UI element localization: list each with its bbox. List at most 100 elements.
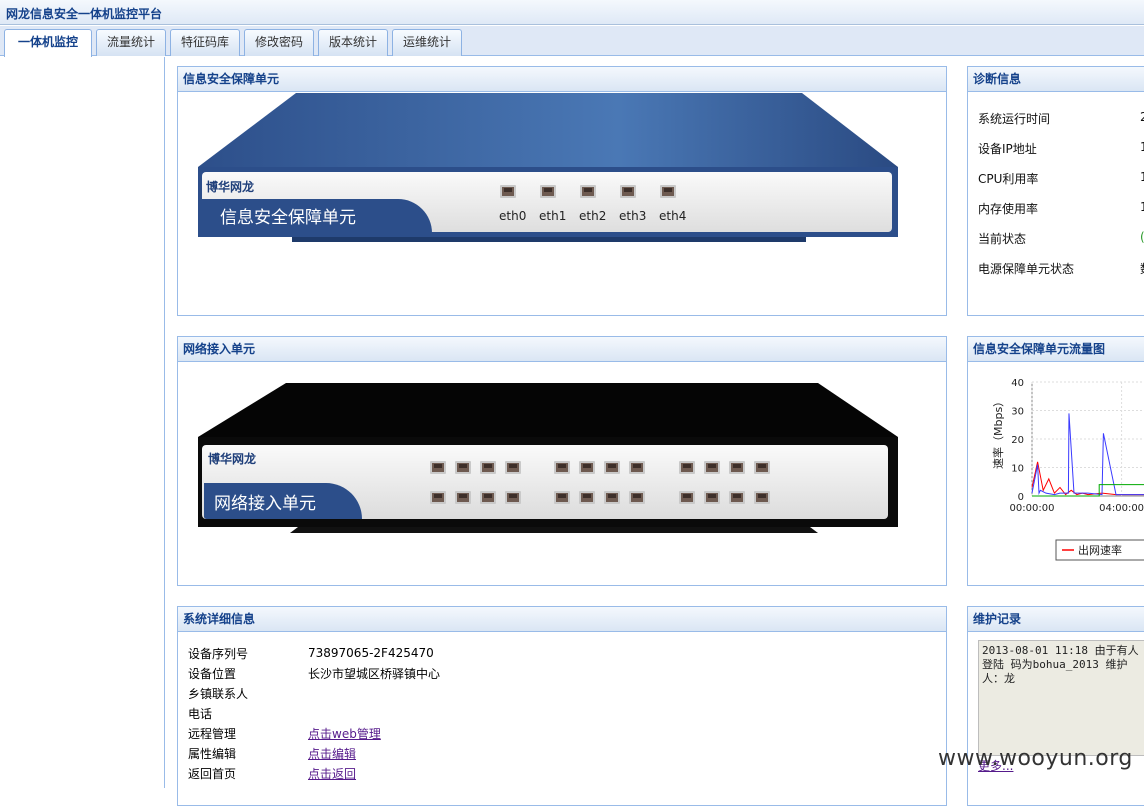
back-home-link[interactable]: 点击返回 xyxy=(308,767,356,781)
switch-port xyxy=(629,491,645,504)
traffic-chart: 0 10 20 30 40 00:00:00 04:00:00 速率（Mbps） 出网速率 xyxy=(991,378,1144,561)
detail-value: 73897065-2F425470 xyxy=(308,646,434,660)
eth-label: eth4 xyxy=(659,209,687,223)
detail-row: 远程管理 点击web管理 xyxy=(188,723,440,743)
diag-label: 当前状态 xyxy=(978,232,1027,246)
maintenance-panel: 维护记录 2013-08-01 11:18 由于有人登陆 码为bohua_201… xyxy=(967,606,1144,806)
switch-port xyxy=(629,461,645,474)
series-line-1 xyxy=(1031,413,1144,496)
diag-value: 2 xyxy=(1140,110,1144,124)
y-axis-label: 速率（Mbps） xyxy=(991,396,1005,469)
switch-port xyxy=(729,461,745,474)
y-tick-label: 0 xyxy=(1018,492,1024,503)
switch-port xyxy=(480,491,496,504)
traffic-chart-panel: 信息安全保障单元流量图 0 10 20 30 40 00:00:00 04:00:00 速率（… xyxy=(967,336,1144,586)
switch-port xyxy=(754,461,770,474)
panel-title: 信息安全保障单元流量图 xyxy=(968,337,1144,362)
y-tick-label: 30 xyxy=(1011,407,1024,418)
port-eth2 xyxy=(580,185,596,198)
switch-port xyxy=(505,491,521,504)
port-eth3 xyxy=(620,185,636,198)
detail-row: 属性编辑 点击编辑 xyxy=(188,743,440,763)
eth-label: eth3 xyxy=(619,209,647,223)
status-indicator: ( xyxy=(1140,230,1144,244)
switch-port xyxy=(455,491,471,504)
detail-value xyxy=(308,683,440,703)
diag-label: CPU利用率 xyxy=(978,172,1039,186)
switch-port xyxy=(579,491,595,504)
detail-label: 乡镇联系人 xyxy=(188,686,249,701)
diag-value: 1 xyxy=(1140,200,1144,214)
switch-port xyxy=(604,461,620,474)
switch-port xyxy=(579,461,595,474)
switch-port xyxy=(455,461,471,474)
series-line-0 xyxy=(1031,461,1144,496)
system-detail-panel: 系统详细信息 设备序列号 73897065-2F425470 设备位置 长沙市望… xyxy=(177,606,947,806)
y-tick-label: 20 xyxy=(1011,435,1024,446)
panel-title: 诊断信息 xyxy=(968,67,1144,92)
switch-port xyxy=(480,461,496,474)
panel-title: 系统详细信息 xyxy=(178,607,946,632)
x-tick-label: 00:00:00 xyxy=(1010,503,1055,514)
detail-row: 设备位置 长沙市望城区桥驿镇中心 xyxy=(188,663,440,683)
device-label: 网络接入单元 xyxy=(214,494,316,514)
switch-port xyxy=(754,491,770,504)
switch-port xyxy=(704,461,720,474)
switch-port xyxy=(604,491,620,504)
app-title: 网龙信息安全一体机监控平台 xyxy=(6,7,163,21)
tab-version-stats[interactable]: 版本统计 xyxy=(318,29,388,56)
system-detail-table: 设备序列号 73897065-2F425470 设备位置 长沙市望城区桥驿镇中心… xyxy=(188,643,440,783)
port-eth4 xyxy=(660,185,676,198)
legend-label: 出网速率 xyxy=(1078,543,1122,557)
switch-port xyxy=(679,461,695,474)
switch-port xyxy=(505,461,521,474)
detail-value xyxy=(308,703,440,723)
edit-link[interactable]: 点击编辑 xyxy=(308,747,356,761)
left-sidebar xyxy=(0,57,165,788)
diag-label: 系统运行时间 xyxy=(978,112,1051,126)
security-unit-device-image: 博华网龙 信息安全保障单元 eth0 eth1 eth2 eth3 eth4 xyxy=(198,87,900,267)
diag-label: 设备IP地址 xyxy=(978,142,1037,156)
y-tick-label: 40 xyxy=(1011,378,1024,389)
tab-traffic-stats[interactable]: 流量统计 xyxy=(96,29,166,56)
detail-row: 设备序列号 73897065-2F425470 xyxy=(188,643,440,663)
watermark: www.wooyun.org xyxy=(938,746,1133,771)
switch-port xyxy=(704,491,720,504)
detail-label: 设备序列号 xyxy=(188,646,249,661)
eth-label: eth0 xyxy=(499,209,527,223)
x-tick-label: 04:00:00 xyxy=(1099,503,1144,514)
diag-value: 数 xyxy=(1140,260,1144,277)
diag-label: 电源保障单元状态 xyxy=(978,262,1075,276)
device-label: 信息安全保障单元 xyxy=(220,208,356,228)
maintenance-log[interactable]: 2013-08-01 11:18 由于有人登陆 码为bohua_2013 维护人… xyxy=(978,640,1144,756)
detail-label: 远程管理 xyxy=(188,726,237,741)
port-eth0 xyxy=(500,185,516,198)
switch-port xyxy=(554,461,570,474)
tab-signature-db[interactable]: 特征码库 xyxy=(170,29,240,56)
tab-ops-stats[interactable]: 运维统计 xyxy=(392,29,462,56)
network-unit-panel: 网络接入单元 博华网龙 网络接入单元 xyxy=(177,336,947,586)
diag-value: 1 xyxy=(1140,140,1144,154)
port-eth1 xyxy=(540,185,556,198)
panel-title: 维护记录 xyxy=(968,607,1144,632)
detail-label: 设备位置 xyxy=(188,666,237,681)
eth-label: eth1 xyxy=(539,209,567,223)
security-unit-panel: 信息安全保障单元 博华网龙 信息安全保障单元 eth0 eth1 eth2 et… xyxy=(177,66,947,316)
diag-label: 内存使用率 xyxy=(978,202,1039,216)
detail-label: 属性编辑 xyxy=(188,746,237,761)
web-manage-link[interactable]: 点击web管理 xyxy=(308,727,381,741)
detail-value: 长沙市望城区桥驿镇中心 xyxy=(308,666,441,681)
switch-port xyxy=(430,461,446,474)
tab-bar: 一体机监控 流量统计 特征码库 修改密码 版本统计 运维统计 xyxy=(0,26,1144,57)
detail-row: 返回首页 点击返回 xyxy=(188,763,440,783)
detail-label: 返回首页 xyxy=(188,766,237,781)
detail-label: 电话 xyxy=(188,706,213,721)
brand-logo: 博华网龙 xyxy=(208,452,257,466)
detail-row: 电话 xyxy=(188,703,440,723)
tab-device-monitor[interactable]: 一体机监控 xyxy=(4,29,92,57)
switch-port xyxy=(430,491,446,504)
detail-row: 乡镇联系人 xyxy=(188,683,440,703)
tab-change-password[interactable]: 修改密码 xyxy=(244,29,314,56)
y-tick-label: 10 xyxy=(1011,464,1024,475)
brand-logo: 博华网龙 xyxy=(206,180,255,194)
